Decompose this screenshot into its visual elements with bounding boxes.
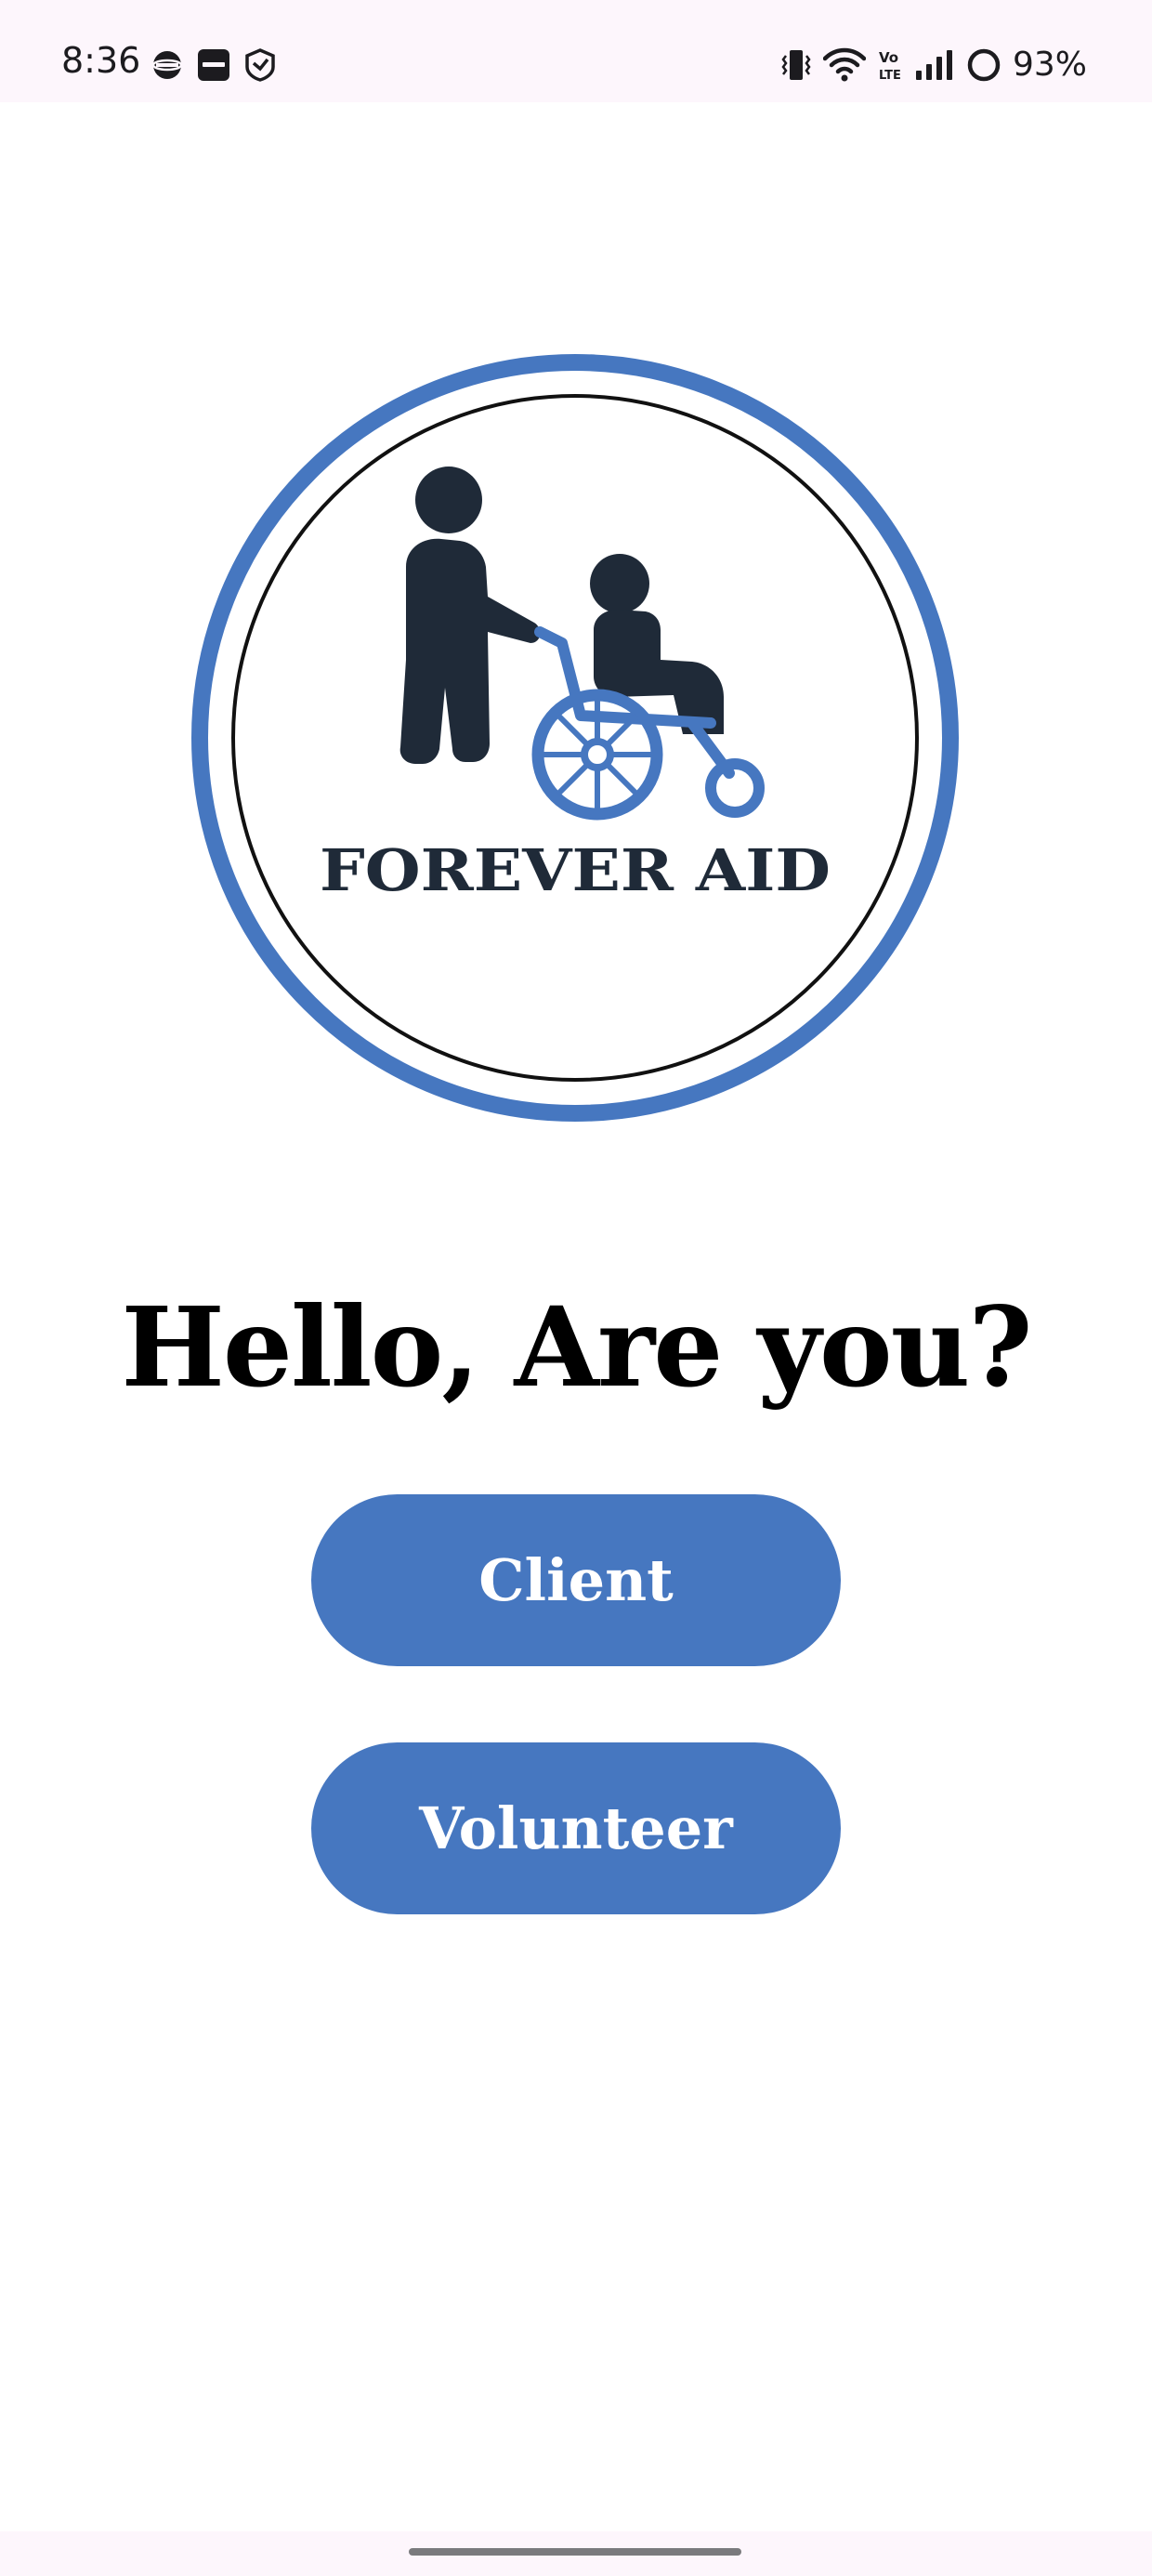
svg-text:LTE: LTE xyxy=(879,69,901,83)
battery-percentage: 93% xyxy=(1012,46,1087,84)
status-bar: 8:36 Vo LTE 93% xyxy=(0,0,1152,102)
screen: 8:36 Vo LTE 93% FOREVER AID Hello, Are y… xyxy=(0,0,1152,2576)
signal-icon xyxy=(914,48,955,82)
vpn-globe-icon xyxy=(151,48,184,82)
shield-icon xyxy=(243,48,277,82)
greeting-heading: Hello, Are you? xyxy=(121,1282,1032,1412)
navigation-bar xyxy=(0,2531,1152,2576)
volte-icon: Vo LTE xyxy=(877,47,903,83)
status-right-icons: Vo LTE 93% xyxy=(780,46,1087,84)
forever-aid-logo: FOREVER AID xyxy=(190,353,960,1123)
battery-ring-icon xyxy=(966,47,1001,83)
logo-text: FOREVER AID xyxy=(320,836,831,904)
status-time: 8:36 xyxy=(61,40,141,81)
wifi-icon xyxy=(822,47,866,83)
client-button[interactable]: Client xyxy=(311,1494,841,1666)
app-badge-icon xyxy=(197,48,230,82)
caregiver-wheelchair-icon: FOREVER AID xyxy=(191,354,959,1122)
status-left-icons xyxy=(151,48,277,82)
vibrate-icon xyxy=(780,46,812,84)
home-indicator[interactable] xyxy=(409,2548,741,2556)
svg-text:Vo: Vo xyxy=(879,49,898,66)
volunteer-button[interactable]: Volunteer xyxy=(311,1742,841,1914)
